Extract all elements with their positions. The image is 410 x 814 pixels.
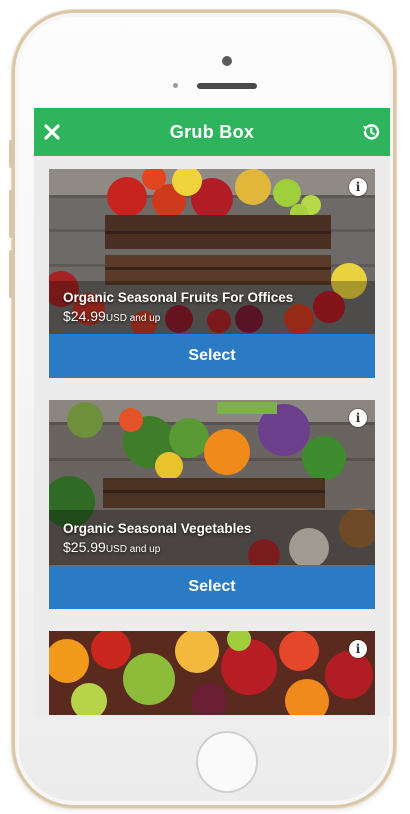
price-amount: $24.99 xyxy=(63,308,106,324)
front-camera xyxy=(222,56,232,66)
product-card: i Organic Seasonal Vegetables $25.99USD … xyxy=(49,400,375,609)
info-icon[interactable]: i xyxy=(349,409,367,427)
price-amount: $25.99 xyxy=(63,539,106,555)
app-title: Grub Box xyxy=(169,121,255,142)
product-image-fruits[interactable]: i Organic Seasonal Fruits For Offices $2… xyxy=(49,169,375,334)
info-icon[interactable]: i xyxy=(349,640,367,658)
earpiece-speaker xyxy=(197,83,257,89)
proximity-sensor xyxy=(173,83,178,88)
product-title: Organic Seasonal Vegetables xyxy=(63,521,252,536)
mute-switch xyxy=(9,140,13,168)
select-button[interactable]: Select xyxy=(49,334,375,378)
info-icon[interactable]: i xyxy=(349,178,367,196)
app-bar: Grub Box xyxy=(34,108,390,156)
product-price: $24.99USD and up xyxy=(63,308,293,326)
close-icon[interactable] xyxy=(42,122,62,142)
product-title: Organic Seasonal Fruits For Offices xyxy=(63,290,294,305)
price-suffix: USD and up xyxy=(105,313,161,324)
product-card: i Organic Seasonal Fruits For Offices $2… xyxy=(49,169,375,378)
product-list: i Organic Seasonal Fruits For Offices $2… xyxy=(49,169,375,716)
product-image-vegetables[interactable]: i Organic Seasonal Vegetables $25.99USD … xyxy=(49,400,375,565)
product-caption: Organic Seasonal Fruits For Offices $24.… xyxy=(63,289,293,326)
product-card: i xyxy=(49,631,375,715)
home-button[interactable] xyxy=(196,731,258,793)
select-button[interactable]: Select xyxy=(49,565,375,609)
product-price: $25.99USD and up xyxy=(63,539,251,557)
product-caption: Organic Seasonal Vegetables $25.99USD an… xyxy=(63,520,251,557)
mixed-fruit-photo xyxy=(49,631,375,715)
price-suffix: USD and up xyxy=(105,544,161,555)
product-image-mixed-fruits[interactable]: i xyxy=(49,631,375,715)
volume-up-button xyxy=(9,190,13,238)
volume-down-button xyxy=(9,250,13,298)
history-icon[interactable] xyxy=(360,121,382,143)
app-screen: Grub Box i Organic Seasonal Fruits For O… xyxy=(34,108,390,716)
